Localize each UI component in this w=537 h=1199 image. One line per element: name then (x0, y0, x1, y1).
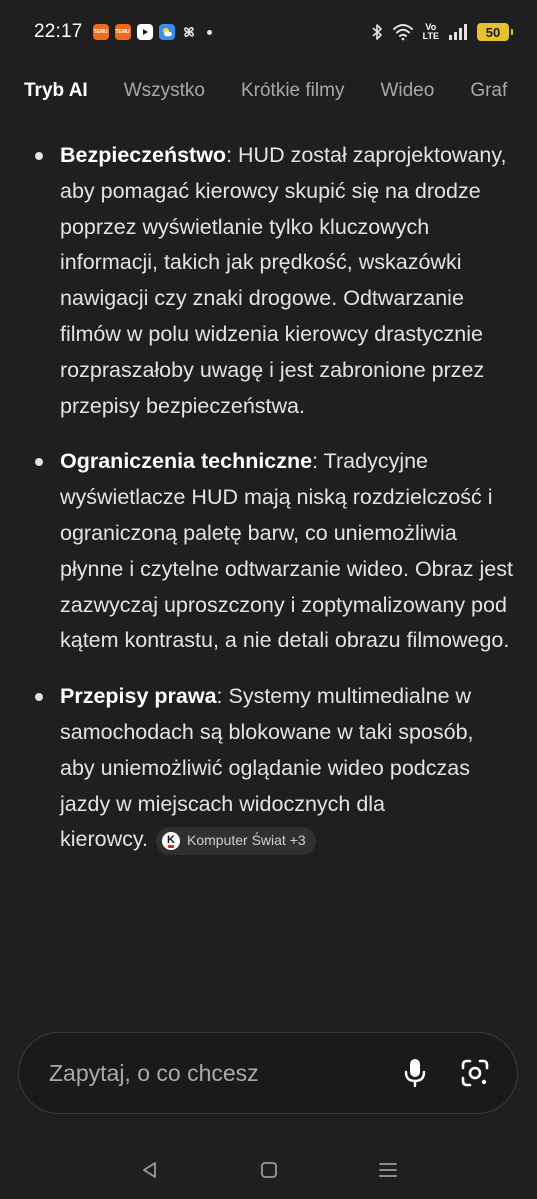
bullet-text: : HUD został zaprojektowany, aby pomagać… (60, 143, 507, 418)
tab-all[interactable]: Wszystko (124, 80, 205, 102)
temu-icon: TEMU (92, 24, 109, 40)
tab-videos[interactable]: Wideo (380, 80, 434, 102)
search-bar[interactable]: Zapytaj, o co chcesz (18, 1032, 518, 1114)
wifi-icon (392, 23, 414, 41)
recents-button[interactable] (368, 1150, 408, 1190)
youtube-icon (136, 24, 153, 40)
temu-icon: TEMU (114, 24, 131, 40)
source-logo-icon: K (162, 832, 180, 851)
battery-indicator: 50 (477, 23, 513, 41)
tab-graphics[interactable]: Graf (470, 80, 507, 102)
list-item: Przepisy prawa: Systemy multimedialne w … (35, 679, 513, 858)
more-notifications-dot (206, 29, 212, 35)
bullet-dot (35, 152, 43, 160)
tab-ai-mode[interactable]: Tryb AI (24, 80, 88, 102)
system-icons: Vo LTE 50 (371, 23, 513, 41)
back-button[interactable] (130, 1150, 170, 1190)
lens-icon (461, 1059, 489, 1087)
tab-short-videos[interactable]: Krótkie filmy (241, 80, 344, 102)
bullet-dot (35, 458, 43, 467)
bullet-title: Przepisy prawa (60, 684, 217, 709)
volte-bottom: LTE (422, 31, 439, 41)
notification-icons: TEMU TEMU (92, 24, 212, 40)
bullet-text: : Tradycyjne wyświetlacze HUD mają niską… (60, 449, 513, 653)
microphone-button[interactable] (395, 1053, 435, 1093)
bullet-dot (35, 693, 43, 702)
status-time: 22:17 (34, 21, 83, 42)
back-icon (142, 1161, 156, 1178)
system-navigation-bar (0, 1140, 537, 1199)
list-item: Bezpieczeństwo: HUD został zaprojektowan… (35, 138, 513, 424)
weather-icon (158, 24, 175, 40)
bullet-title: Ograniczenia techniczne (60, 449, 313, 474)
list-item: Ograniczenia techniczne: Tradycyjne wyśw… (35, 444, 513, 659)
signal-icon (448, 24, 468, 40)
bluetooth-icon (371, 23, 383, 41)
status-bar: 22:17 TEMU TEMU Vo LTE 50 (0, 0, 537, 64)
search-tabs: Tryb AI Wszystko Krótkie filmy Wideo Gra… (0, 64, 537, 118)
pinwheel-icon (181, 24, 197, 40)
volte-indicator: Vo LTE (423, 23, 439, 41)
lens-button[interactable] (455, 1053, 495, 1093)
microphone-icon (404, 1059, 426, 1088)
ai-answer-content: Bezpieczeństwo: HUD został zaprojektowan… (0, 138, 537, 878)
source-label: Komputer Świat +3 (187, 832, 306, 849)
source-chip[interactable]: K Komputer Świat +3 (156, 827, 316, 856)
home-button[interactable] (249, 1150, 289, 1190)
home-icon (260, 1161, 277, 1178)
menu-icon (378, 1162, 397, 1177)
search-input[interactable]: Zapytaj, o co chcesz (49, 1060, 375, 1087)
bullet-text-tail: kierowcy. (60, 827, 149, 852)
bullet-title: Bezpieczeństwo (60, 143, 227, 167)
